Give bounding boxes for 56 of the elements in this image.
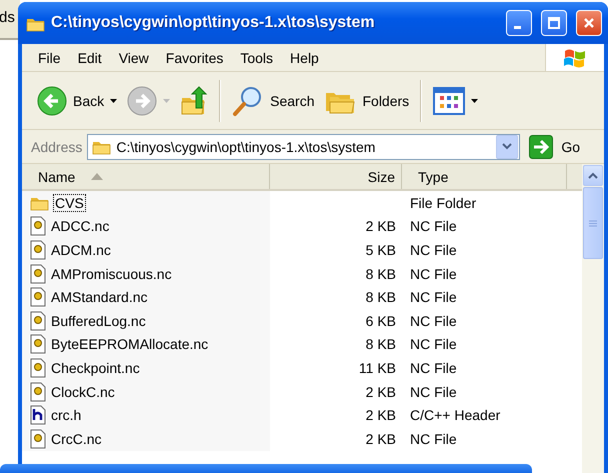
folders-button[interactable]: Folders [321,84,412,116]
file-size: 8 KB [366,266,396,282]
file-type: NC File [410,289,457,306]
file-type: NC File [410,218,457,234]
arrow-right-icon [529,134,554,158]
chevron-up-icon [588,172,598,179]
views-icon [433,86,466,114]
menu-item[interactable]: Tools [234,50,284,66]
file-type: NC File [410,266,457,282]
file-size: 8 KB [366,336,396,352]
file-type: NC File [410,336,457,352]
file-type: NC File [410,360,457,376]
file-size: 6 KB [366,312,396,329]
back-button[interactable]: Back [34,84,120,118]
file-size: 2 KB [366,430,396,447]
minimize-button[interactable] [506,10,532,36]
file-type: C/C++ Header [410,407,500,424]
search-button[interactable]: Search [229,82,318,118]
scrollbar[interactable] [582,164,604,473]
go-button[interactable]: Go [529,134,580,158]
file-name[interactable]: CrcC.nc [49,430,104,448]
file-size: 2 KB [366,218,396,234]
folder-up-icon [180,86,208,116]
file-size: 11 KB [358,360,396,376]
menu-item[interactable]: Help [284,50,330,66]
file-name[interactable]: crc.h [49,406,84,424]
menu-item[interactable]: Favorites [160,50,234,66]
file-type: NC File [410,384,457,400]
grip-icon [589,220,597,226]
maximize-icon [548,17,560,29]
close-icon [583,17,595,29]
file-size: 5 KB [366,242,396,258]
minimize-icon [514,26,521,28]
file-name[interactable]: ADCC.nc [49,217,112,236]
menu-item[interactable]: View [112,50,160,66]
file-name[interactable]: ADCM.nc [49,240,113,259]
column-header[interactable]: Name [22,164,270,189]
file-size: 2 KB [366,384,396,400]
file-type: NC File [410,430,457,447]
file-size: 8 KB [366,289,396,306]
chevron-down-icon [502,143,512,150]
column-header[interactable]: Size [270,164,402,189]
close-button[interactable] [576,10,602,36]
address-field[interactable]: C:\tinyos\cygwin\opt\tinyos-1.x\tos\system [87,134,520,160]
column-header[interactable]: Type [402,164,567,189]
menu-item[interactable]: Edit [72,50,113,66]
window-title: ds [0,9,15,26]
window-title: C:\tinyos\cygwin\opt\tinyos-1.x\tos\system [51,14,376,32]
file-type: NC File [410,242,457,258]
address-label: Address [31,138,82,154]
file-name[interactable]: CVS [53,194,86,212]
file-size: 2 KB [366,407,396,424]
menu-item[interactable]: File [32,50,72,66]
file-type: NC File [410,312,457,329]
maximize-button[interactable] [541,10,567,36]
file-type: File Folder [410,194,476,211]
